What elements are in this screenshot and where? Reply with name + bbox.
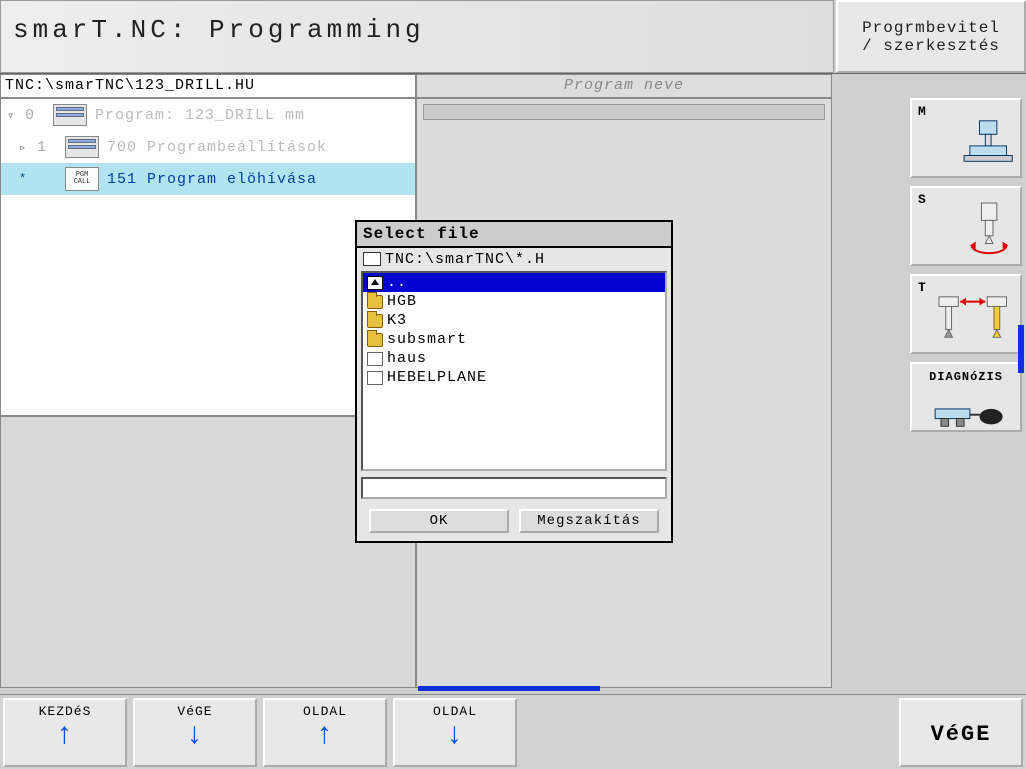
select-file-dialog: Select file TNC:\smarTNC\*.H .. HGB K3 s…	[355, 220, 673, 543]
tree-label: Program: 123_DRILL mm	[95, 107, 305, 124]
file-name: HGB	[387, 293, 417, 310]
file-item-folder[interactable]: HGB	[363, 292, 665, 311]
file-item-folder[interactable]: subsmart	[363, 330, 665, 349]
softkey-label: OLDAL	[303, 704, 347, 719]
file-name: subsmart	[387, 331, 467, 348]
softkey-exit[interactable]: VéGE	[899, 698, 1023, 767]
tree-lower-panel	[0, 416, 416, 688]
ok-button[interactable]: OK	[369, 509, 509, 533]
filename-input[interactable]	[361, 477, 667, 499]
softkey-page-down[interactable]: OLDAL ↓	[393, 698, 517, 767]
app-title: smarT.NC: Programming	[0, 0, 834, 73]
file-name: haus	[387, 350, 427, 367]
machine-icon	[912, 108, 1020, 178]
arrow-down-icon: ↓	[185, 721, 204, 751]
softkey-end[interactable]: VéGE ↓	[133, 698, 257, 767]
side-button-s[interactable]: S	[910, 186, 1022, 266]
cancel-button[interactable]: Megszakítás	[519, 509, 659, 533]
folder-icon	[367, 295, 383, 309]
program-path: TNC:\smarTNC\123_DRILL.HU	[0, 74, 416, 98]
softkey-label: KEZDéS	[39, 704, 92, 719]
program-icon	[53, 104, 87, 126]
tree-item[interactable]: * PGMCALL 151 Program elöhívása	[1, 163, 415, 195]
expand-icon[interactable]: ▹	[19, 140, 37, 155]
side-button-diagnosis[interactable]: DIAGNóZIS	[910, 362, 1022, 432]
softkey-label: VéGE	[931, 722, 992, 747]
progress-indicator	[418, 686, 600, 691]
scroll-indicator	[1018, 325, 1024, 373]
arrow-down-icon: ↓	[445, 721, 464, 751]
file-item-parent[interactable]: ..	[363, 273, 665, 292]
marker-icon: *	[19, 172, 37, 186]
tree-item[interactable]: ▹ 1 700 Programbeállítások	[1, 131, 415, 163]
dialog-title: Select file	[357, 222, 671, 248]
softkey-label: VéGE	[177, 704, 212, 719]
folder-icon	[367, 314, 383, 328]
tree-item[interactable]: ▿ 0 Program: 123_DRILL mm	[1, 99, 415, 131]
side-button-m[interactable]: M	[910, 98, 1022, 178]
mode-indicator: Progrmbevitel / szerkesztés	[836, 0, 1026, 73]
pgm-call-icon: PGMCALL	[65, 167, 99, 191]
file-name: ..	[387, 274, 407, 291]
tree-label: 700 Programbeállítások	[107, 139, 327, 156]
file-item-file[interactable]: haus	[363, 349, 665, 368]
up-folder-icon	[367, 276, 383, 290]
program-name-header: Program neve	[416, 74, 832, 98]
file-name: K3	[387, 312, 407, 329]
tree-index: 1	[37, 139, 65, 156]
expand-icon[interactable]: ▿	[7, 108, 25, 123]
side-button-t[interactable]: T	[910, 274, 1022, 354]
file-icon	[367, 371, 383, 385]
file-item-file[interactable]: HEBELPLANE	[363, 368, 665, 387]
file-name: HEBELPLANE	[387, 369, 487, 386]
file-list[interactable]: .. HGB K3 subsmart haus HEBELPLANE	[361, 271, 667, 471]
folder-icon	[367, 333, 383, 347]
tool-icon	[912, 284, 1020, 354]
spindle-icon	[912, 196, 1020, 266]
arrow-up-icon: ↑	[315, 721, 334, 751]
tree-index: 0	[25, 107, 53, 124]
mode-line2: / szerkesztés	[862, 37, 1000, 55]
softkey-label: OLDAL	[433, 704, 477, 719]
arrow-up-icon: ↑	[55, 721, 74, 751]
dialog-path: TNC:\smarTNC\*.H	[357, 248, 671, 271]
file-icon	[367, 352, 383, 366]
mode-line1: Progrmbevitel	[862, 19, 1000, 37]
file-item-folder[interactable]: K3	[363, 311, 665, 330]
softkey-page-up[interactable]: OLDAL ↑	[263, 698, 387, 767]
program-name-field[interactable]	[423, 104, 825, 120]
diagnosis-icon	[912, 372, 1020, 442]
tree-label: 151 Program elöhívása	[107, 171, 317, 188]
settings-icon	[65, 136, 99, 158]
program-tree[interactable]: ▿ 0 Program: 123_DRILL mm ▹ 1 700 Progra…	[0, 98, 416, 416]
softkey-start[interactable]: KEZDéS ↑	[3, 698, 127, 767]
